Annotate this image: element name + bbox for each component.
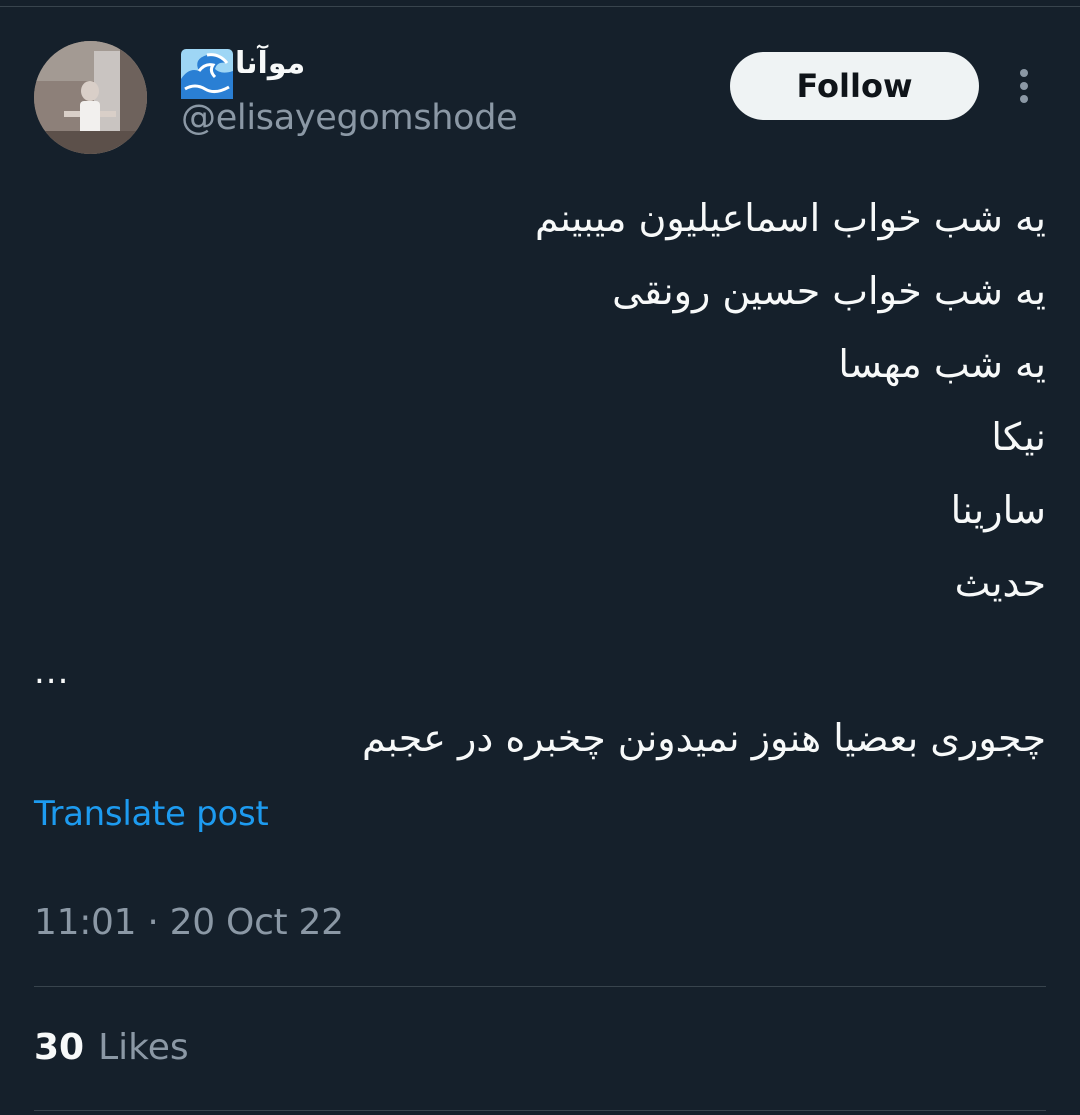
- avatar[interactable]: [34, 41, 147, 154]
- tweet-ellipsis: ...: [34, 652, 70, 692]
- tweet-line: نیکا: [991, 415, 1046, 459]
- likes-label: Likes: [98, 1027, 189, 1068]
- water-wave-icon: [181, 49, 233, 99]
- divider: [34, 1110, 1046, 1111]
- tweet-line: چجوری بعضیا هنوز نمیدونن چخبره در عجبم: [361, 716, 1046, 760]
- user-handle[interactable]: @elisayegomshode: [181, 98, 518, 138]
- tweet-line: یه شب خواب حسین رونقی: [612, 269, 1046, 313]
- follow-button[interactable]: Follow: [730, 52, 979, 120]
- display-name-row: موآنا: [181, 48, 305, 100]
- divider: [34, 986, 1046, 987]
- timestamp[interactable]: 11:01 · 20 Oct 22: [34, 902, 344, 943]
- tweet-line: حدیث: [954, 561, 1046, 605]
- top-divider: [0, 6, 1080, 7]
- more-vertical-icon[interactable]: [1008, 66, 1040, 106]
- translate-post-link[interactable]: Translate post: [34, 794, 269, 834]
- display-name[interactable]: موآنا: [235, 49, 305, 79]
- tweet-line: سارینا: [950, 488, 1046, 532]
- tweet-line: یه شب خواب اسماعیلیون میبینم: [534, 196, 1046, 240]
- profile-photo-icon: [34, 41, 147, 154]
- tweet-line: یه شب مهسا: [838, 342, 1046, 386]
- tweet-text: یه شب خواب اسماعیلیون میبینم یه شب خواب …: [34, 182, 1046, 620]
- likes-stat[interactable]: 30 Likes: [34, 1027, 189, 1068]
- likes-count: 30: [34, 1027, 85, 1068]
